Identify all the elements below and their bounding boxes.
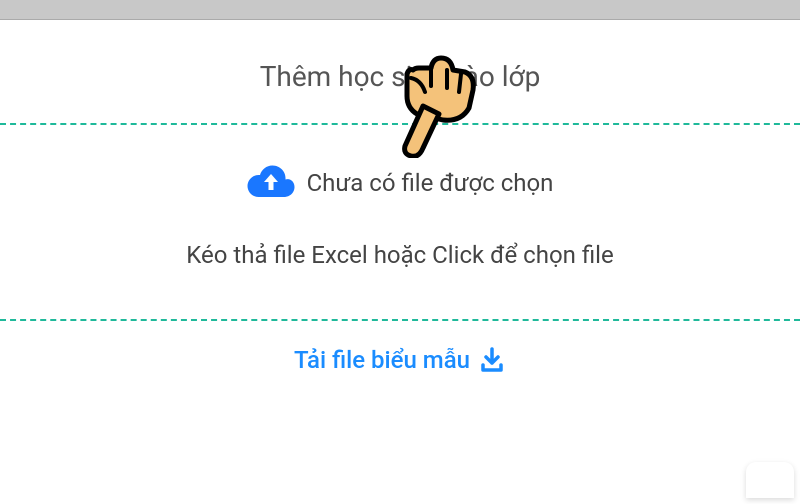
help-widget[interactable]	[746, 462, 794, 498]
file-status-text: Chưa có file được chọn	[307, 169, 554, 197]
download-template-link[interactable]: Tải file biểu mẫu	[294, 346, 506, 374]
file-status-row: Chưa có file được chọn	[0, 165, 800, 201]
dropzone-instruction: Kéo thả file Excel hoặc Click để chọn fi…	[0, 241, 800, 269]
download-section: Tải file biểu mẫu	[0, 321, 800, 399]
cloud-upload-icon	[247, 165, 295, 201]
download-link-label: Tải file biểu mẫu	[294, 346, 470, 374]
download-icon	[478, 346, 506, 374]
window-top-bar	[0, 0, 800, 20]
modal-body: Thêm học sinh vào lớp Chưa có file được …	[0, 20, 800, 399]
pointing-hand-icon	[395, 48, 485, 158]
title-section: Thêm học sinh vào lớp	[0, 20, 800, 123]
